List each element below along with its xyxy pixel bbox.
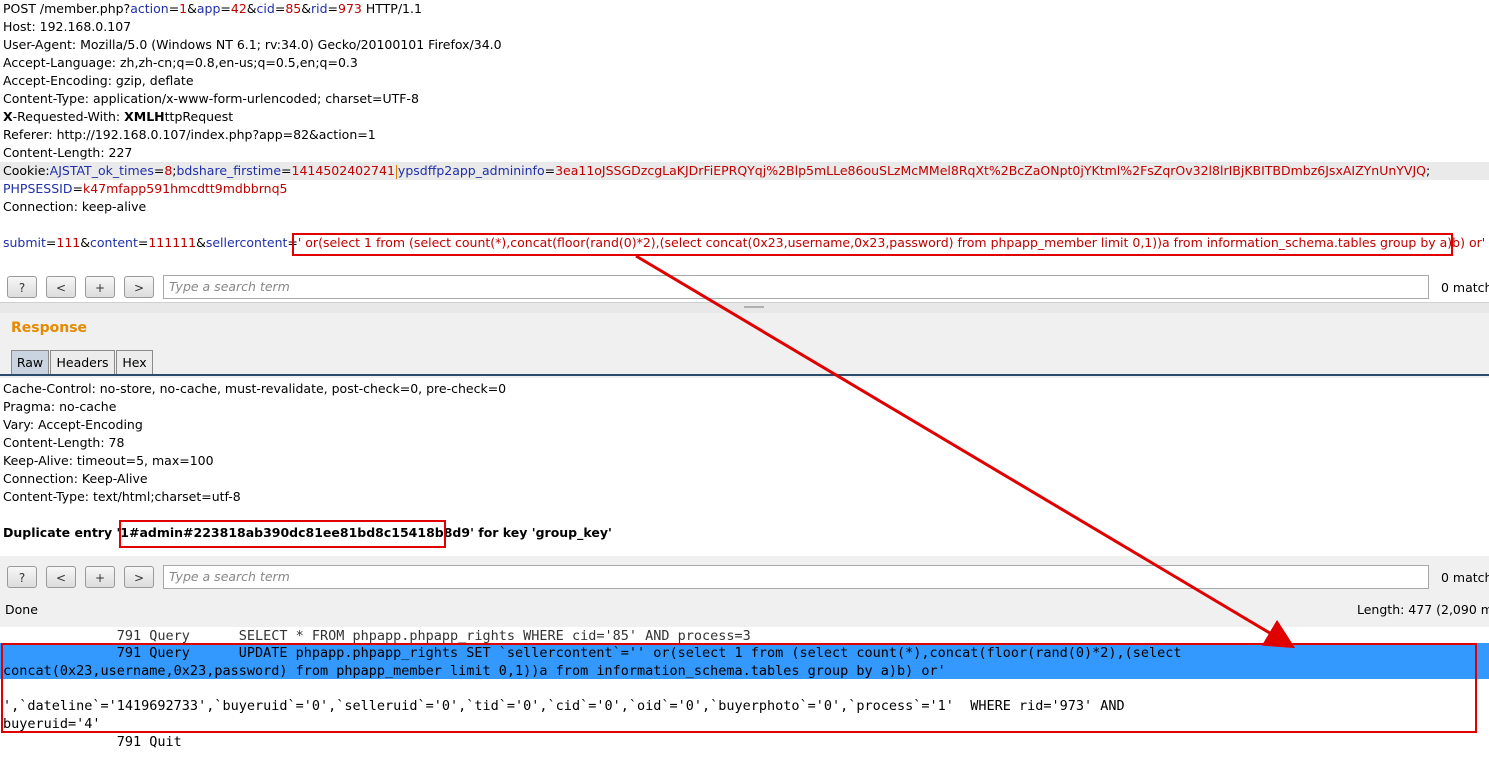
response-length: Length: 477 (2,090 mill [1357,602,1489,617]
previous-match-button[interactable]: < [46,276,76,298]
content-length-header: Content-Length: 227 [3,145,133,160]
tab-raw[interactable]: Raw [11,350,49,374]
cookie-header: Cookie:AJSTAT_ok_times=8;bdshare_firstim… [3,163,1431,179]
add-search-button[interactable]: + [85,276,115,298]
help-button[interactable]: ? [7,276,37,298]
request-match-count: 0 match [1441,280,1489,295]
response-header-line: Cache-Control: no-store, no-cache, must-… [3,381,507,396]
tab-hex[interactable]: Hex [116,350,153,374]
tab-headers[interactable]: Headers [50,350,115,374]
response-header-line: Connection: Keep-Alive [3,471,148,486]
request-search-input[interactable]: Type a search term [163,275,1429,299]
payload-highlight-box [292,233,1453,256]
response-header-line: Vary: Accept-Encoding [3,417,143,432]
log-line: 791 Quit [3,734,182,750]
x-requested-with-header: X-Requested-With: XMLHttpRequest [3,109,234,124]
host-header: Host: 192.168.0.107 [3,19,132,34]
referer-header: Referer: http://192.168.0.107/index.php?… [3,127,376,142]
accept-language-header: Accept-Language: zh,zh-cn;q=0.8,en-us;q=… [3,55,358,70]
cookie-header-continued: PHPSESSID=k47mfapp591hmcdtt9mdbbrnq5 [3,181,288,196]
accept-encoding-header: Accept-Encoding: gzip, deflate [3,73,194,88]
user-agent-header: User-Agent: Mozilla/5.0 (Windows NT 6.1;… [3,37,502,52]
help-button[interactable]: ? [7,566,37,588]
content-type-header: Content-Type: application/x-www-form-url… [3,91,419,106]
next-match-button[interactable]: > [124,566,154,588]
log-highlight-box [1,643,1477,733]
text-cursor [395,164,397,179]
request-line: POST /member.php?action=1&app=42&cid=85&… [3,1,422,16]
response-header-line: Content-Length: 78 [3,435,125,450]
status-text: Done [5,602,38,617]
response-header-line: Content-Type: text/html;charset=utf-8 [3,489,241,504]
response-search-input[interactable]: Type a search term [163,565,1429,589]
leak-highlight-box [119,520,446,548]
response-header-line: Keep-Alive: timeout=5, max=100 [3,453,214,468]
splitter-grip [744,306,764,308]
add-search-button[interactable]: + [85,566,115,588]
response-title: Response [11,320,88,336]
connection-header: Connection: keep-alive [3,199,147,214]
next-match-button[interactable]: > [124,276,154,298]
response-header-line: Pragma: no-cache [3,399,117,414]
response-match-count: 0 match [1441,570,1489,585]
tab-underline [0,374,1489,376]
previous-match-button[interactable]: < [46,566,76,588]
